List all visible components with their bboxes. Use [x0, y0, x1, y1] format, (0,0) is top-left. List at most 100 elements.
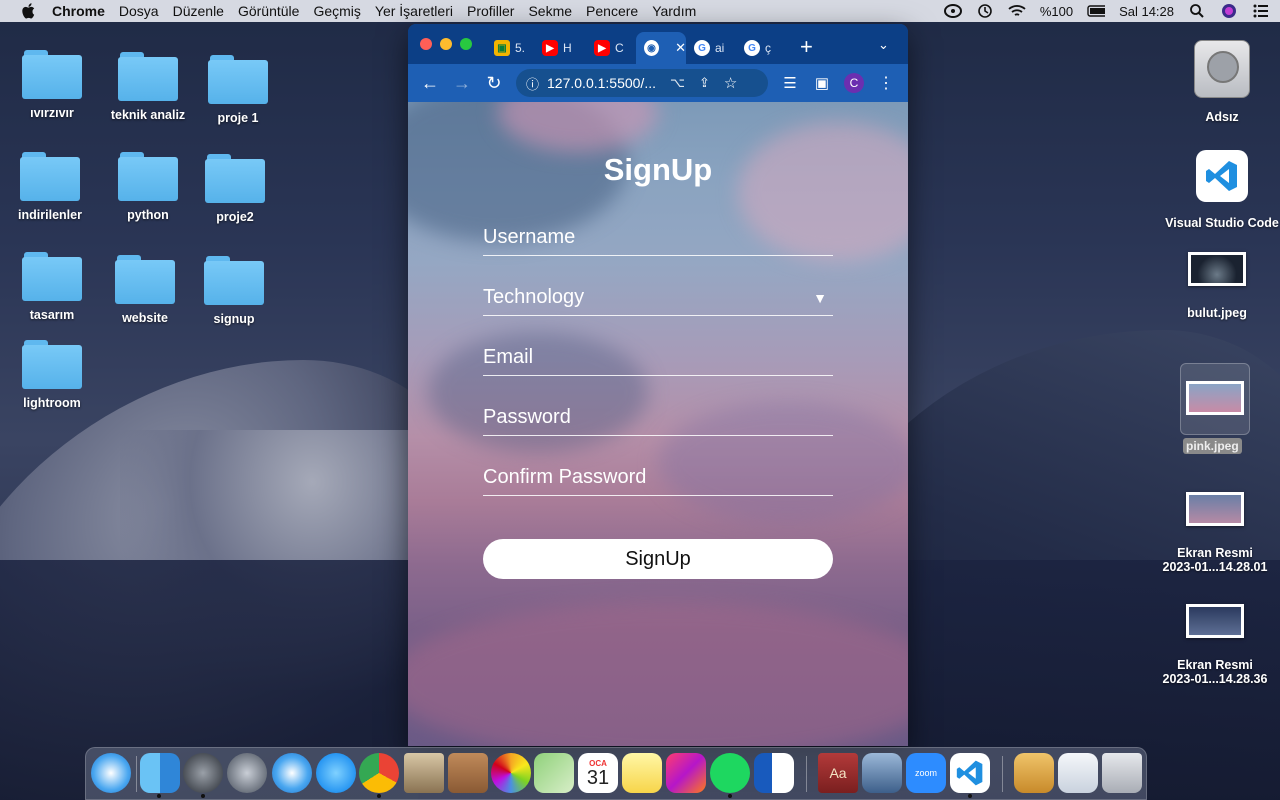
desktop-folder[interactable]: signup [179, 256, 289, 326]
chrome-icon[interactable] [359, 753, 399, 793]
battery-icon[interactable] [1087, 3, 1106, 19]
spotify-icon[interactable] [710, 753, 750, 793]
desktop-folder[interactable]: proje2 [180, 154, 290, 224]
info-icon[interactable]: ⓘ [526, 74, 539, 93]
desktop-folder[interactable]: ıvırzıvır [0, 50, 107, 120]
globe-icon: ◉ [644, 40, 660, 56]
menu-dosya[interactable]: Dosya [119, 3, 159, 19]
time-machine-icon[interactable] [976, 3, 994, 19]
side-panel-icon[interactable]: ▣ [812, 73, 832, 93]
technology-select[interactable]: Technology ▼ [483, 282, 833, 316]
word-icon[interactable] [754, 753, 794, 793]
launchpad-icon[interactable] [227, 753, 267, 793]
more-menu-icon[interactable]: ⋮ [876, 73, 896, 93]
password-field[interactable] [483, 402, 833, 436]
minimize-window-button[interactable] [440, 38, 452, 50]
desktop-file-screenshot-2[interactable]: Ekran Resmi 2023-01...14.28.36 [1160, 604, 1270, 686]
confirm-password-field[interactable] [483, 462, 833, 496]
folder-label: indirilenler [18, 208, 82, 222]
safari-icon[interactable] [272, 753, 312, 793]
desktop-folder[interactable]: proje 1 [183, 55, 293, 125]
menu-sekme[interactable]: Sekme [528, 3, 572, 19]
dock-separator [136, 756, 137, 792]
desktop-file-pink[interactable]: pink.jpeg [1180, 363, 1250, 454]
reading-list-icon[interactable]: ☰ [780, 73, 800, 93]
preview-icon[interactable] [862, 753, 902, 793]
calendar-icon[interactable]: OCA 31 [578, 753, 618, 793]
siri-icon[interactable] [1220, 3, 1238, 19]
dictionary-icon[interactable]: Aa [818, 753, 858, 793]
username-field[interactable] [483, 222, 833, 256]
tab-2[interactable]: ▶ H [534, 32, 584, 64]
image-thumbnail-icon [1188, 252, 1246, 286]
menu-yardim[interactable]: Yardım [652, 3, 696, 19]
messages-icon[interactable] [316, 753, 356, 793]
email-input[interactable] [483, 342, 833, 369]
maps-icon[interactable] [534, 753, 574, 793]
system-preferences-icon[interactable] [183, 753, 223, 793]
zoom-label: zoom [914, 768, 937, 778]
close-window-button[interactable] [420, 38, 432, 50]
share-icon[interactable]: ⇪ [699, 75, 710, 91]
signup-button[interactable]: SignUp [483, 539, 833, 579]
tab-search-chevron-icon[interactable]: ⌄ [878, 37, 889, 53]
contacts-icon[interactable] [448, 753, 488, 793]
notes-icon[interactable] [622, 753, 662, 793]
desktop-file-bulut[interactable]: bulut.jpeg [1162, 252, 1272, 320]
desktop-vscode[interactable]: Visual Studio Code [1160, 150, 1280, 230]
translate-icon[interactable]: ⌥ [670, 75, 685, 91]
vscode-dock-icon[interactable] [950, 753, 990, 793]
zoom-window-button[interactable] [460, 38, 472, 50]
notification-center-icon[interactable] [1252, 3, 1270, 19]
reload-icon[interactable]: ↻ [484, 73, 504, 93]
back-icon[interactable]: ← [420, 73, 440, 93]
close-tab-icon[interactable]: ✕ [675, 40, 686, 56]
desktop-file-screenshot-1[interactable]: Ekran Resmi 2023-01...14.28.01 [1160, 492, 1270, 574]
bookmark-star-icon[interactable]: ☆ [724, 74, 737, 92]
menu-bar: Chrome Dosya Düzenle Görüntüle Geçmiş Ye… [0, 0, 1280, 22]
tab-1[interactable]: ▣ 5. [486, 32, 532, 64]
email-field[interactable] [483, 342, 833, 376]
username-input[interactable] [483, 222, 833, 249]
tab-6[interactable]: G ç [736, 32, 786, 64]
archive-utility-icon[interactable] [1014, 753, 1054, 793]
trash-icon[interactable] [1102, 753, 1142, 793]
menu-duzenle[interactable]: Düzenle [173, 3, 224, 19]
menu-yer-isaretleri[interactable]: Yer İşaretleri [375, 3, 453, 19]
creative-cloud-app-icon[interactable] [666, 753, 706, 793]
battery-percent: %100 [1039, 3, 1074, 19]
menu-profiller[interactable]: Profiller [467, 3, 514, 19]
clock[interactable]: Sal 14:28 [1119, 4, 1174, 19]
screenshot-thumbnail-icon [1186, 492, 1244, 526]
screenshots-stack-icon[interactable] [1058, 753, 1098, 793]
apple-icon[interactable] [20, 3, 36, 19]
desktop-folder[interactable]: indirilenler [0, 152, 105, 222]
safari-downloads-icon[interactable] [91, 753, 131, 793]
forward-icon[interactable]: → [452, 73, 472, 93]
desktop-folder[interactable]: lightroom [0, 340, 107, 410]
finder-icon[interactable] [140, 753, 180, 793]
mail-icon[interactable] [404, 753, 444, 793]
zoom-icon[interactable]: zoom [906, 753, 946, 793]
menu-app-chrome[interactable]: Chrome [52, 3, 105, 19]
folder-icon [205, 154, 265, 204]
new-tab-button[interactable]: + [800, 34, 813, 60]
menu-gecmis[interactable]: Geçmiş [313, 3, 360, 19]
search-icon[interactable] [1188, 3, 1206, 19]
tab-active[interactable]: ◉ ✕ [636, 32, 686, 64]
desktop-drive[interactable]: Adsız [1167, 40, 1277, 124]
menu-goruntule[interactable]: Görüntüle [238, 3, 299, 19]
confirm-password-input[interactable] [483, 462, 833, 489]
tab-3[interactable]: ▶ C [586, 32, 636, 64]
password-input[interactable] [483, 402, 833, 429]
dropdown-arrow-icon[interactable]: ▼ [813, 290, 827, 306]
wifi-icon[interactable] [1008, 3, 1026, 19]
profile-avatar[interactable]: C [844, 73, 864, 93]
tab-5[interactable]: G ai [686, 32, 736, 64]
browser-toolbar: ← → ↻ ⓘ 127.0.0.1:5500/... ⌥ ⇪ ☆ ☰ ▣ C ⋮ [408, 64, 908, 102]
creative-cloud-icon[interactable] [943, 3, 962, 19]
photos-icon[interactable] [491, 753, 531, 793]
tab-bar: ▣ 5. ▶ H ▶ C ◉ ✕ G ai G ç + ⌄ [408, 24, 908, 64]
menu-pencere[interactable]: Pencere [586, 3, 638, 19]
address-bar[interactable]: ⓘ 127.0.0.1:5500/... ⌥ ⇪ ☆ [516, 69, 768, 97]
